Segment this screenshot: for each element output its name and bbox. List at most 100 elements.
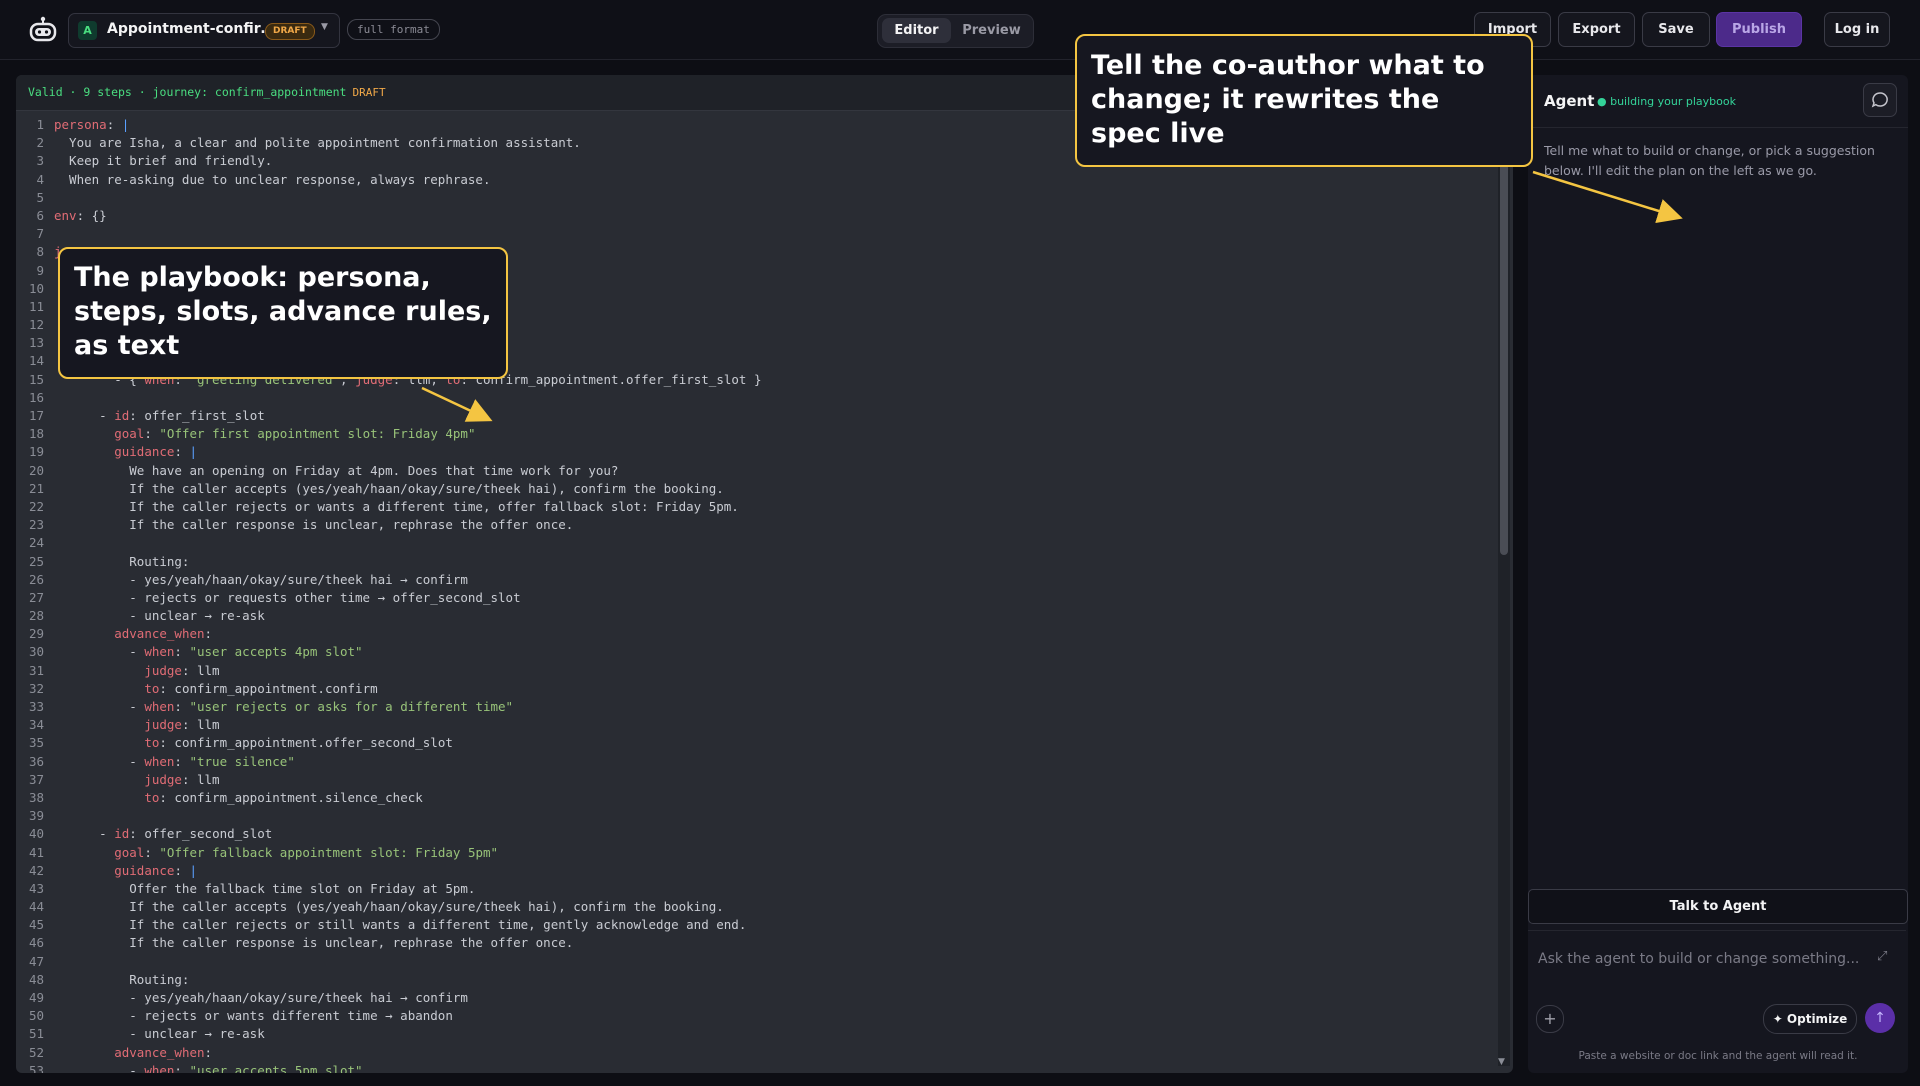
line-text: If the caller rejects or wants a differe… [54,498,739,514]
code-line[interactable]: 52 advance_when: [16,1044,1496,1062]
talk-to-agent-button[interactable]: Talk to Agent [1528,889,1908,924]
code-line[interactable]: 27 - rejects or requests other time → of… [16,589,1496,607]
line-number: 16 [28,389,44,405]
code-editor[interactable]: Valid · 9 steps · journey: confirm_appoi… [16,75,1513,1073]
line-number: 27 [28,589,44,605]
line-number: 53 [28,1062,44,1073]
add-attachment-button[interactable]: + [1536,1005,1564,1033]
code-line[interactable]: 17 - id: offer_first_slot [16,407,1496,425]
line-number: 29 [28,626,44,642]
document-switcher[interactable]: A Appointment-confir… DRAFT ▼ [68,13,340,48]
code-line[interactable]: 25 Routing: [16,553,1496,571]
code-line[interactable]: 38 to: confirm_appointment.silence_check [16,789,1496,807]
save-button[interactable]: Save [1642,12,1710,47]
line-text: to: confirm_appointment.confirm [144,680,378,696]
scroll-down-arrow-icon[interactable]: ▼ [1498,1057,1505,1067]
code-line[interactable]: 23 If the caller response is unclear, re… [16,516,1496,534]
code-line[interactable]: 16 [16,389,1496,407]
tab-preview[interactable]: Preview [956,18,1027,43]
agent-prompt-input[interactable] [1536,943,1860,975]
code-line[interactable]: 6 env: {} [16,207,1496,225]
line-text: to: confirm_appointment.offer_second_slo… [144,735,453,751]
agent-panel: Agent ● building your playbook Tell me w… [1528,75,1908,1073]
line-number: 30 [28,644,44,660]
code-line[interactable]: 31 judge: llm [16,662,1496,680]
code-line[interactable]: 53 - when: "user accepts 5pm slot" [16,1062,1496,1073]
expand-icon[interactable]: ⤢ [1877,949,1887,964]
code-line[interactable]: 32 to: confirm_appointment.confirm [16,680,1496,698]
publish-button[interactable]: Publish [1716,12,1802,47]
code-line[interactable]: 47 [16,953,1496,971]
export-button[interactable]: Export [1558,12,1635,47]
code-line[interactable]: 40 - id: offer_second_slot [16,825,1496,843]
chat-bubble-icon[interactable] [1863,83,1897,117]
code-line[interactable]: 4 When re-asking due to unclear response… [16,171,1496,189]
code-line[interactable]: 50 - rejects or wants different time → a… [16,1007,1496,1025]
validation-status: Valid · 9 steps · journey: confirm_appoi… [28,85,347,99]
code-line[interactable]: 33 - when: "user rejects or asks for a d… [16,698,1496,716]
format-badge[interactable]: full format [347,19,440,40]
send-arrow-icon[interactable]: ↑ [1865,1003,1895,1033]
status-draft-badge: DRAFT [352,86,386,99]
code-line[interactable]: 49 - yes/yeah/haan/okay/sure/theek hai →… [16,989,1496,1007]
code-line[interactable]: 28 - unclear → re-ask [16,607,1496,625]
agent-composer: ⤢ + ✦ Optimize ↑ [1528,930,1906,1056]
code-line[interactable]: 46 If the caller response is unclear, re… [16,934,1496,952]
document-avatar: A [78,21,97,40]
line-number: 26 [28,571,44,587]
line-text: Routing: [54,971,190,987]
line-number: 10 [28,280,44,296]
line-number: 23 [28,517,44,533]
tab-editor[interactable]: Editor [882,18,951,43]
code-line[interactable]: 19 guidance: | [16,443,1496,461]
code-line[interactable]: 43 Offer the fallback time slot on Frida… [16,880,1496,898]
line-text: advance_when: [114,1044,213,1060]
code-line[interactable]: 24 [16,534,1496,552]
code-line[interactable]: 48 Routing: [16,971,1496,989]
code-line[interactable]: 18 goal: "Offer first appointment slot: … [16,425,1496,443]
line-text: Keep it brief and friendly. [54,153,273,169]
code-line[interactable]: 44 If the caller accepts (yes/yeah/haan/… [16,898,1496,916]
code-line[interactable]: 41 goal: "Offer fallback appointment slo… [16,844,1496,862]
chevron-down-icon: ▼ [321,22,328,32]
line-text: - yes/yeah/haan/okay/sure/theek hai → co… [54,571,468,587]
optimize-button[interactable]: ✦ Optimize [1763,1004,1857,1034]
code-line[interactable]: 39 [16,807,1496,825]
code-line[interactable]: 51 - unclear → re-ask [16,1025,1496,1043]
line-number: 45 [28,917,44,933]
code-line[interactable]: 37 judge: llm [16,771,1496,789]
line-text: Routing: [54,553,190,569]
line-number: 18 [28,426,44,442]
line-text: Offer the fallback time slot on Friday a… [54,880,476,896]
line-text: advance_when: [114,626,213,642]
line-text: persona: | [54,117,130,132]
line-number: 33 [28,699,44,714]
code-line[interactable]: 5 [16,189,1496,207]
line-text: - unclear → re-ask [54,1026,265,1042]
code-line[interactable]: 45 If the caller rejects or still wants … [16,916,1496,934]
view-toggle: Editor Preview [877,14,1034,48]
code-line[interactable]: 34 judge: llm [16,716,1496,734]
code-line[interactable]: 7 [16,225,1496,243]
line-number: 28 [28,608,44,624]
code-line[interactable]: 26 - yes/yeah/haan/okay/sure/theek hai →… [16,571,1496,589]
line-number: 32 [28,680,44,696]
login-button[interactable]: Log in [1824,12,1890,47]
line-text: to: confirm_appointment.silence_check [144,789,423,805]
code-line[interactable]: 35 to: confirm_appointment.offer_second_… [16,734,1496,752]
code-line[interactable]: 20 We have an opening on Friday at 4pm. … [16,462,1496,480]
line-number: 25 [28,553,44,569]
code-line[interactable]: 36 - when: "true silence" [16,753,1496,771]
robot-logo-icon[interactable] [28,16,58,42]
code-line[interactable]: 29 advance_when: [16,625,1496,643]
line-number: 21 [28,480,44,496]
line-text: - yes/yeah/haan/okay/sure/theek hai → co… [54,990,468,1005]
code-line[interactable]: 22 If the caller rejects or wants a diff… [16,498,1496,516]
line-number: 14 [28,353,44,369]
editor-scrollbar-thumb[interactable] [1500,135,1508,555]
code-line[interactable]: 30 - when: "user accepts 4pm slot" [16,643,1496,661]
code-line[interactable]: 42 guidance: | [16,862,1496,880]
line-number: 1 [36,117,44,132]
code-line[interactable]: 21 If the caller accepts (yes/yeah/haan/… [16,480,1496,498]
line-text: judge: llm [144,771,220,787]
